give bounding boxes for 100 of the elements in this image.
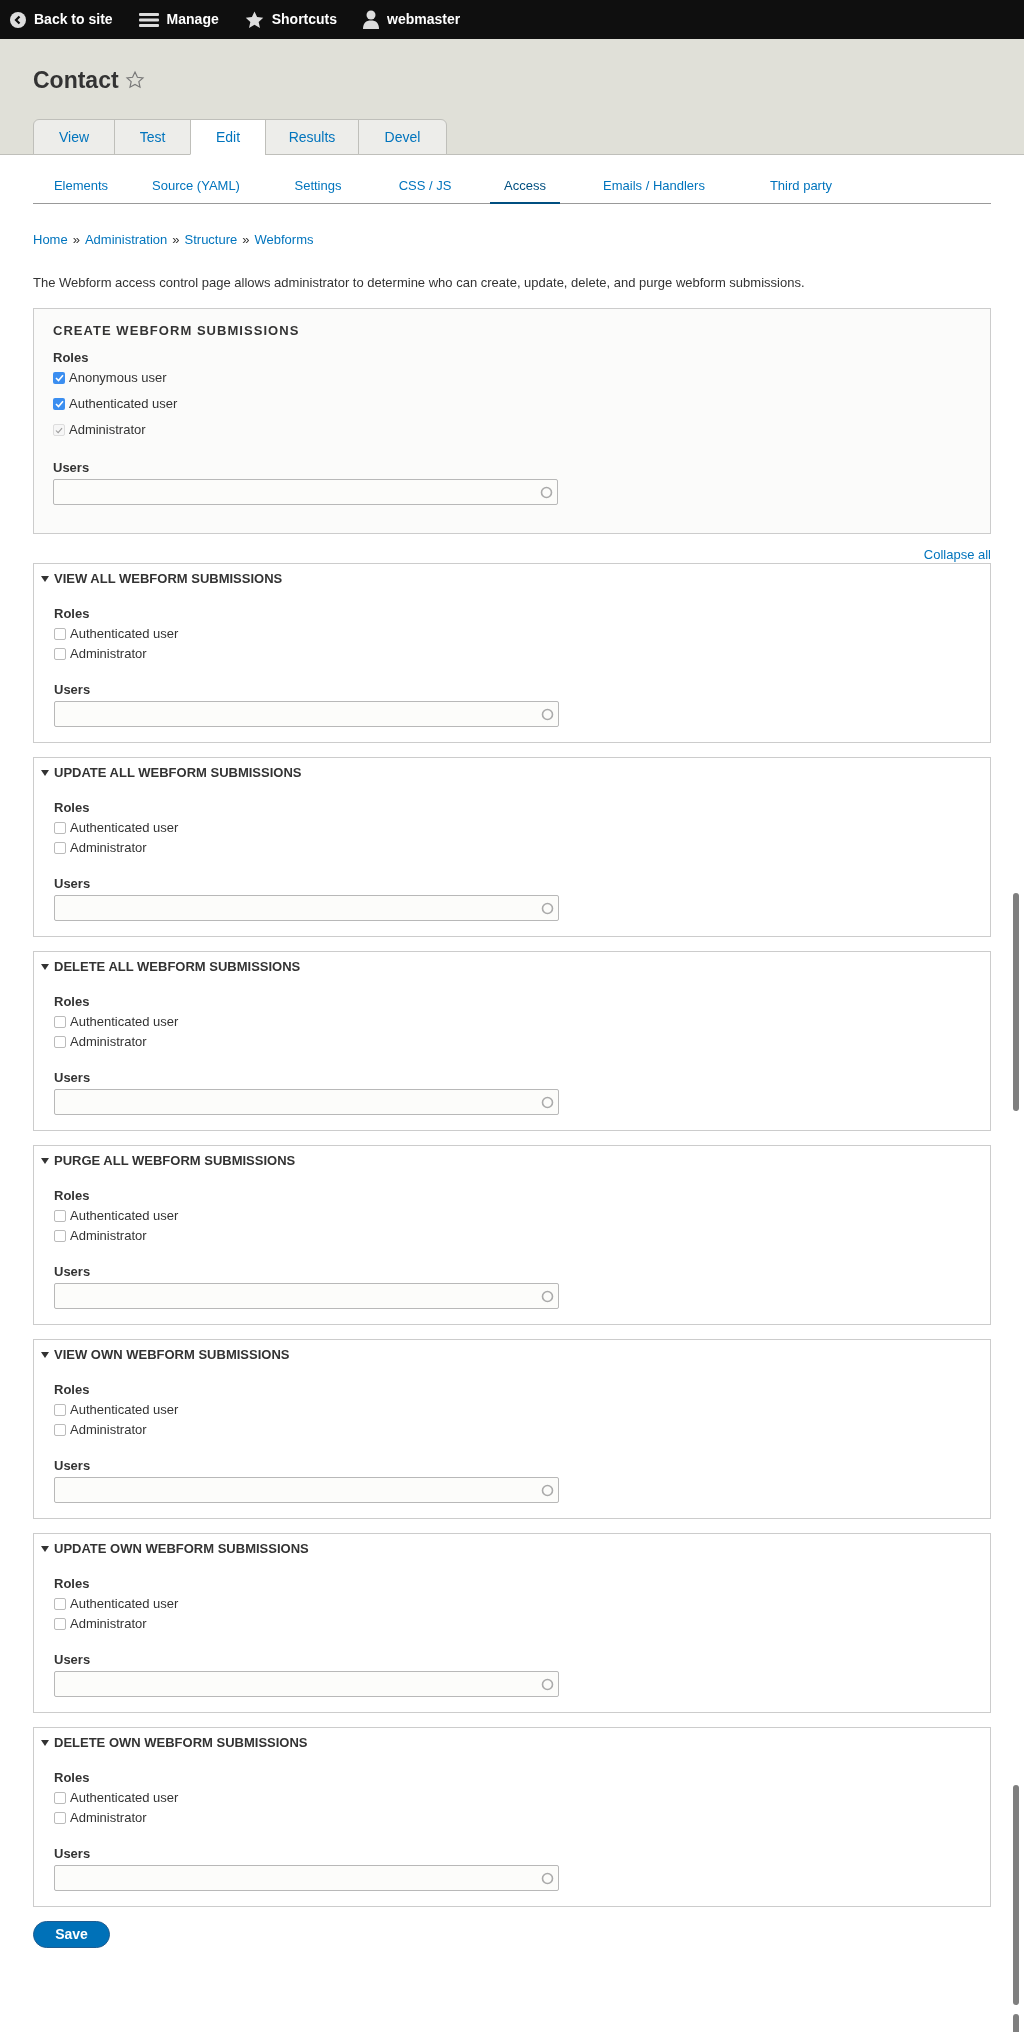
checkbox-label: Administrator bbox=[69, 421, 146, 440]
users-label: Users bbox=[54, 1846, 92, 1862]
section-toggle[interactable]: DELETE ALL WEBFORM SUBMISSIONS bbox=[34, 952, 990, 976]
checkbox-label: Administrator bbox=[70, 645, 147, 664]
checkbox[interactable] bbox=[54, 1812, 66, 1824]
users-label: Users bbox=[54, 1652, 92, 1668]
roles-label: Roles bbox=[54, 994, 91, 1010]
users-label: Users bbox=[54, 1264, 92, 1280]
scrollbar-thumb[interactable] bbox=[1013, 893, 1019, 1111]
tab[interactable]: View bbox=[33, 119, 115, 155]
tab[interactable]: Source (YAML) bbox=[139, 170, 253, 204]
roles-label: Roles bbox=[53, 350, 90, 366]
users-field[interactable] bbox=[54, 1477, 559, 1503]
star-outline-icon[interactable] bbox=[124, 69, 145, 90]
tab[interactable]: Settings bbox=[276, 170, 360, 204]
throbber-icon bbox=[541, 707, 554, 721]
users-label: Users bbox=[54, 1070, 92, 1086]
page-title: Contact bbox=[33, 65, 119, 95]
checkbox[interactable] bbox=[54, 1424, 66, 1436]
checkbox[interactable] bbox=[54, 628, 66, 640]
users-field[interactable] bbox=[54, 1865, 559, 1891]
checkbox[interactable] bbox=[54, 648, 66, 660]
checkbox-label: Administrator bbox=[70, 839, 147, 858]
section-toggle[interactable]: VIEW OWN WEBFORM SUBMISSIONS bbox=[34, 1340, 990, 1364]
scrollbar-thumb[interactable] bbox=[1013, 2014, 1019, 2032]
section-title: CREATE WEBFORM SUBMISSIONS bbox=[53, 323, 301, 339]
menu-icon bbox=[138, 11, 159, 28]
users-field[interactable] bbox=[54, 701, 559, 727]
tab[interactable]: Emails / Handlers bbox=[587, 170, 721, 204]
checkbox-label: Authenticated user bbox=[70, 819, 179, 838]
checkbox-label: Authenticated user bbox=[70, 1401, 179, 1420]
checkbox-label: Authenticated user bbox=[70, 1595, 179, 1614]
checkbox[interactable] bbox=[54, 1016, 66, 1028]
breadcrumb-link[interactable]: Structure bbox=[184, 230, 238, 250]
breadcrumb-separator: » bbox=[171, 231, 181, 249]
user-icon bbox=[363, 10, 380, 29]
tab[interactable]: Elements bbox=[46, 170, 116, 204]
tab[interactable]: CSS / JS bbox=[383, 170, 467, 204]
checkbox-label: Administrator bbox=[70, 1809, 147, 1828]
roles-label: Roles bbox=[54, 1188, 91, 1204]
roles-label: Roles bbox=[54, 606, 91, 622]
users-field[interactable] bbox=[53, 479, 558, 505]
roles-label: Roles bbox=[54, 1576, 91, 1592]
toolbar-link[interactable]: webmaster bbox=[363, 9, 461, 30]
users-field[interactable] bbox=[54, 1283, 559, 1309]
checkbox-label: Authenticated user bbox=[70, 1013, 179, 1032]
checkbox[interactable] bbox=[54, 1618, 66, 1630]
breadcrumb-link[interactable]: Home bbox=[33, 230, 68, 250]
checkbox-label: Administrator bbox=[70, 1033, 147, 1052]
tab[interactable]: Devel bbox=[358, 119, 447, 155]
checkbox-label: Administrator bbox=[70, 1227, 147, 1246]
section-toggle[interactable]: UPDATE OWN WEBFORM SUBMISSIONS bbox=[34, 1534, 990, 1558]
tab[interactable]: Access bbox=[490, 170, 560, 204]
scrollbar-thumb[interactable] bbox=[1013, 1785, 1019, 2005]
toolbar-link[interactable]: Back to site bbox=[10, 9, 113, 30]
checkbox[interactable] bbox=[53, 398, 65, 410]
breadcrumb-separator: » bbox=[71, 231, 81, 249]
users-label: Users bbox=[54, 682, 92, 698]
checkbox[interactable] bbox=[54, 842, 66, 854]
section-toggle[interactable]: VIEW ALL WEBFORM SUBMISSIONS bbox=[34, 564, 990, 588]
checkbox[interactable] bbox=[54, 1792, 66, 1804]
caret-icon bbox=[41, 769, 49, 777]
users-label: Users bbox=[53, 460, 91, 476]
checkbox[interactable] bbox=[54, 1598, 66, 1610]
roles-label: Roles bbox=[54, 1770, 91, 1786]
section-toggle[interactable]: DELETE OWN WEBFORM SUBMISSIONS bbox=[34, 1728, 990, 1752]
toolbar-link[interactable]: Manage bbox=[138, 9, 219, 30]
breadcrumb-link[interactable]: Webforms bbox=[254, 230, 314, 250]
breadcrumb-link[interactable]: Administration bbox=[84, 230, 168, 250]
throbber-icon bbox=[541, 1483, 554, 1497]
users-field[interactable] bbox=[54, 1089, 559, 1115]
save-button[interactable]: Save bbox=[33, 1921, 110, 1948]
collapse-all-link[interactable]: Collapse all bbox=[923, 547, 991, 563]
users-field[interactable] bbox=[54, 1671, 559, 1697]
checkbox-label: Anonymous user bbox=[69, 369, 167, 388]
section-toggle[interactable]: PURGE ALL WEBFORM SUBMISSIONS bbox=[34, 1146, 990, 1170]
checkbox-label: Authenticated user bbox=[69, 395, 178, 414]
star-icon bbox=[244, 10, 264, 29]
users-field[interactable] bbox=[54, 895, 559, 921]
tab[interactable]: Results bbox=[265, 119, 359, 155]
section-toggle[interactable]: UPDATE ALL WEBFORM SUBMISSIONS bbox=[34, 758, 990, 782]
checkbox[interactable] bbox=[54, 822, 66, 834]
throbber-icon bbox=[541, 901, 554, 915]
checkbox[interactable] bbox=[54, 1210, 66, 1222]
users-label: Users bbox=[54, 1458, 92, 1474]
tab[interactable]: Test bbox=[114, 119, 191, 155]
checkbox[interactable] bbox=[54, 1230, 66, 1242]
caret-icon bbox=[41, 1351, 49, 1359]
throbber-icon bbox=[541, 1871, 554, 1885]
tab[interactable]: Edit bbox=[190, 119, 266, 155]
roles-label: Roles bbox=[54, 800, 91, 816]
throbber-icon bbox=[541, 1677, 554, 1691]
caret-icon bbox=[41, 1739, 49, 1747]
checkbox[interactable] bbox=[54, 1404, 66, 1416]
checkbox[interactable] bbox=[54, 1036, 66, 1048]
checkbox-label: Authenticated user bbox=[70, 1789, 179, 1808]
toolbar-link[interactable]: Shortcuts bbox=[244, 9, 338, 30]
throbber-icon bbox=[541, 1289, 554, 1303]
tab[interactable]: Third party bbox=[748, 170, 854, 204]
checkbox[interactable] bbox=[53, 372, 65, 384]
